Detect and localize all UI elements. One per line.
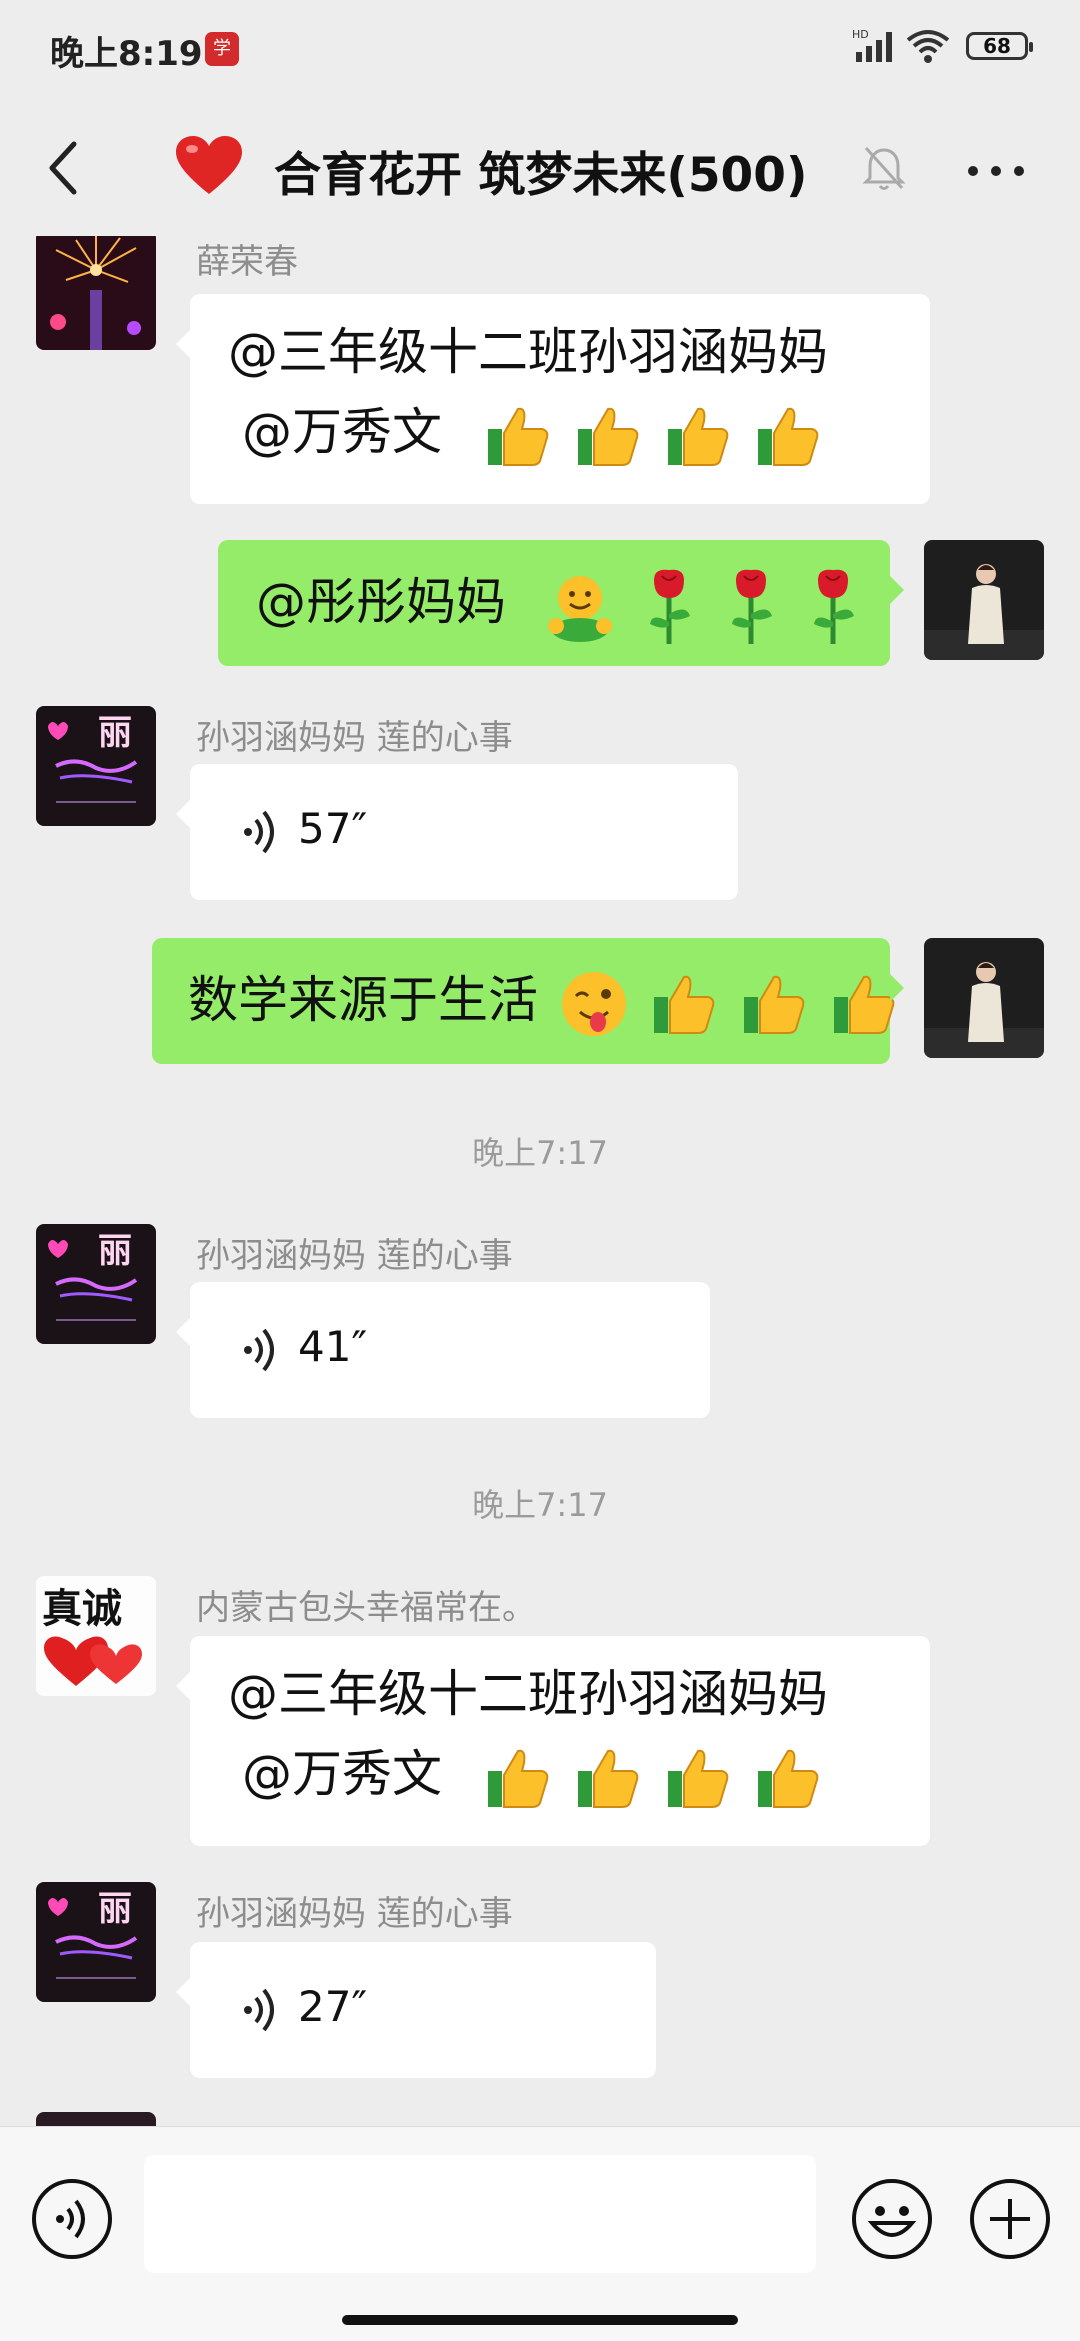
avatar-partial[interactable] [36,2112,156,2126]
sender-name: 孙羽涵妈妈 莲的心事 [196,718,513,758]
input-bar [0,2126,1080,2341]
wifi-icon [906,30,950,63]
message-text: 数学来源于生活 [188,971,538,1029]
avatar-sun-yuhan-mom[interactable]: 丽 [36,1224,156,1344]
hug-icon [547,575,612,642]
svg-text:丽: 丽 [98,1889,132,1929]
avatar-sun-yuhan-mom[interactable]: 丽 [36,1882,156,2002]
timestamp: 晚上7:17 [472,1134,608,1172]
sender-name: 孙羽涵妈妈 莲的心事 [196,1894,513,1934]
svg-text:丽: 丽 [98,713,132,753]
home-indicator [342,2315,738,2325]
message-text: @万秀文 [242,403,442,461]
message-text: @三年级十二班孙羽涵妈妈 [228,1665,828,1723]
more-options-icon[interactable] [966,164,1026,178]
voice-message[interactable]: 41″ [176,1282,710,1418]
message-text: @万秀文 [242,1745,442,1803]
status-time: 晚上8:19 [50,34,203,74]
mute-bell-icon [862,146,906,190]
voice-wave-icon [244,1988,274,2031]
voice-wave-icon [244,810,274,853]
thumbs-up-icon [480,1745,824,1808]
sender-name: 孙羽涵妈妈 莲的心事 [196,1236,513,1276]
status-bar: 晚上8:19 学 HD 68 [0,0,1080,100]
avatar-self[interactable] [924,540,1044,660]
avatar-neimenggu[interactable]: 真诚 [36,1576,156,1696]
wink-tongue-icon [561,971,626,1036]
battery-indicator: 68 [966,32,1033,60]
sender-name: 薛荣春 [196,242,298,282]
voice-duration: 27″ [298,1982,368,2031]
emoji-icon[interactable] [850,2177,934,2261]
thumbs-up-icon [646,971,900,1034]
avatar-self[interactable] [924,938,1044,1058]
plus-icon[interactable] [968,2177,1052,2261]
voice-input-icon[interactable] [30,2177,114,2261]
voice-message[interactable]: 27″ [176,1942,656,2078]
timestamp: 晚上7:17 [472,1486,608,1524]
app-notification-icon: 学 [205,32,239,66]
chat-header: 合育花开 筑梦未来(500) [0,100,1080,236]
voice-wave-icon [244,1328,274,1371]
message-input[interactable] [144,2155,816,2273]
svg-text:真诚: 真诚 [42,1585,122,1632]
sender-name: 内蒙古包头幸福常在。 [196,1588,536,1628]
avatar-sun-yuhan-mom[interactable]: 丽 [36,706,156,826]
avatar-xue[interactable] [36,236,156,350]
message-list[interactable]: 薛荣春 @三年级十二班孙羽涵妈妈 @万秀文 @彤彤妈妈 丽 孙羽涵妈妈 莲的心事… [0,236,1080,2126]
svg-text:丽: 丽 [98,1231,132,1271]
signal-icon: HD [852,28,892,62]
message-bubble[interactable]: @三年级十二班孙羽涵妈妈 @万秀文 [176,294,930,504]
message-bubble-self[interactable]: @彤彤妈妈 [218,540,904,666]
message-text: @彤彤妈妈 [256,573,506,631]
heart-icon [176,136,242,194]
voice-duration: 41″ [298,1322,368,1371]
message-text: @三年级十二班孙羽涵妈妈 [228,323,828,381]
voice-message[interactable]: 57″ [176,764,738,900]
message-bubble[interactable]: @三年级十二班孙羽涵妈妈 @万秀文 [176,1636,930,1846]
back-arrow-icon[interactable] [44,138,84,198]
voice-duration: 57″ [298,804,368,853]
thumbs-up-icon [480,403,824,466]
chat-title: 合育花开 筑梦未来(500) [274,148,808,203]
rose-icon [634,569,864,644]
hd-label: HD [852,28,869,41]
message-bubble-self[interactable]: 数学来源于生活 [152,938,904,1064]
